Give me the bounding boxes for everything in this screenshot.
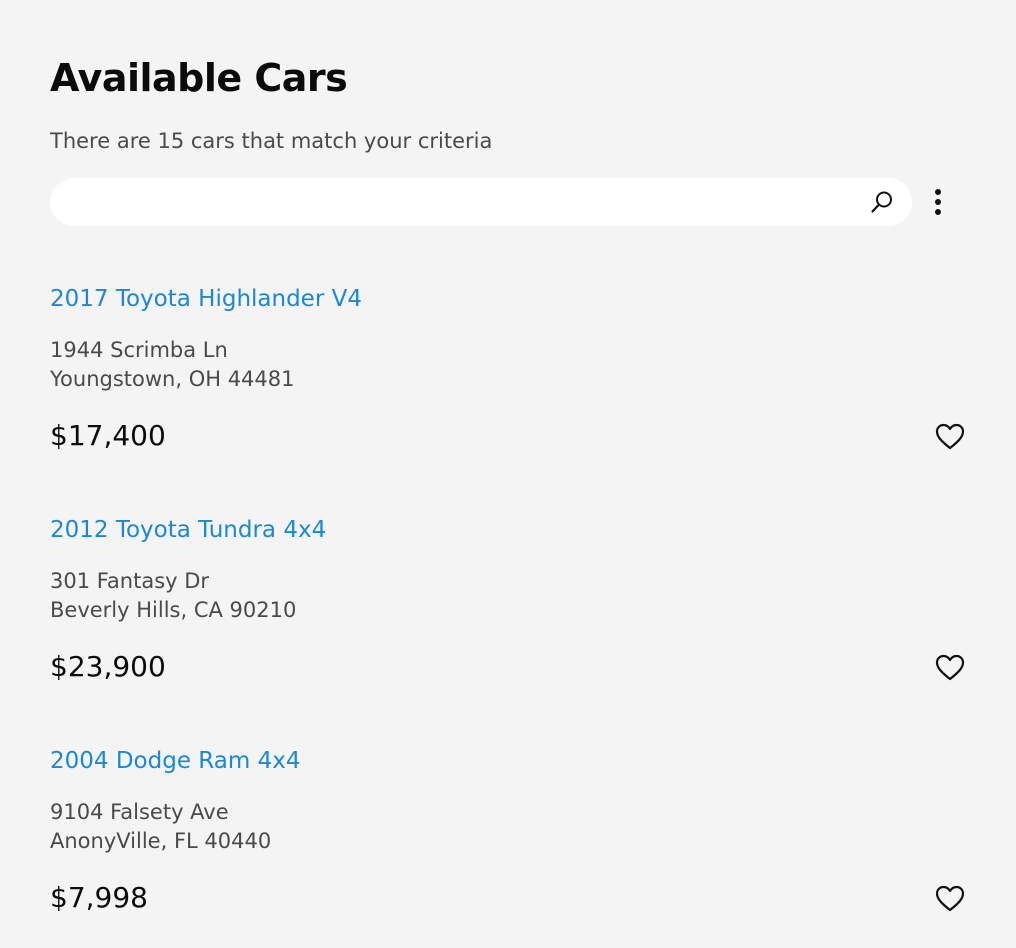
- heart-outline-icon: [935, 885, 965, 912]
- car-city-address: AnonyVille, FL 40440: [50, 829, 272, 853]
- search-box: [50, 178, 912, 226]
- car-title-link[interactable]: 2012 Toyota Tundra 4x4: [50, 517, 326, 543]
- car-street-address: 9104 Falsety Ave: [50, 800, 229, 824]
- page-title: Available Cars: [50, 56, 348, 100]
- car-title-link[interactable]: 2017 Toyota Highlander V4: [50, 286, 362, 312]
- heart-outline-icon: [935, 423, 965, 450]
- car-title-link[interactable]: 2004 Dodge Ram 4x4: [50, 748, 300, 774]
- car-street-address: 301 Fantasy Dr: [50, 569, 210, 593]
- list-item: 2017 Toyota Highlander V4 1944 Scrimba L…: [50, 286, 966, 486]
- favorite-button[interactable]: [934, 884, 966, 914]
- car-price: $23,900: [50, 650, 166, 683]
- heart-outline-icon: [935, 654, 965, 681]
- car-street-address: 1944 Scrimba Ln: [50, 338, 228, 362]
- car-city-address: Beverly Hills, CA 90210: [50, 598, 297, 622]
- car-city-address: Youngstown, OH 44481: [50, 367, 295, 391]
- more-vertical-icon: [935, 189, 941, 215]
- search-input[interactable]: [70, 186, 854, 220]
- car-price: $17,400: [50, 419, 166, 452]
- list-item: 2004 Dodge Ram 4x4 9104 Falsety Ave Anon…: [50, 748, 966, 948]
- car-price: $7,998: [50, 881, 148, 914]
- search-row: [50, 178, 966, 226]
- results-count: There are 15 cars that match your criter…: [50, 129, 493, 153]
- list-item: 2012 Toyota Tundra 4x4 301 Fantasy Dr Be…: [50, 517, 966, 717]
- search-button[interactable]: [864, 186, 900, 218]
- favorite-button[interactable]: [934, 422, 966, 452]
- search-icon: [871, 191, 892, 213]
- favorite-button[interactable]: [934, 653, 966, 683]
- more-options-button[interactable]: [924, 184, 952, 220]
